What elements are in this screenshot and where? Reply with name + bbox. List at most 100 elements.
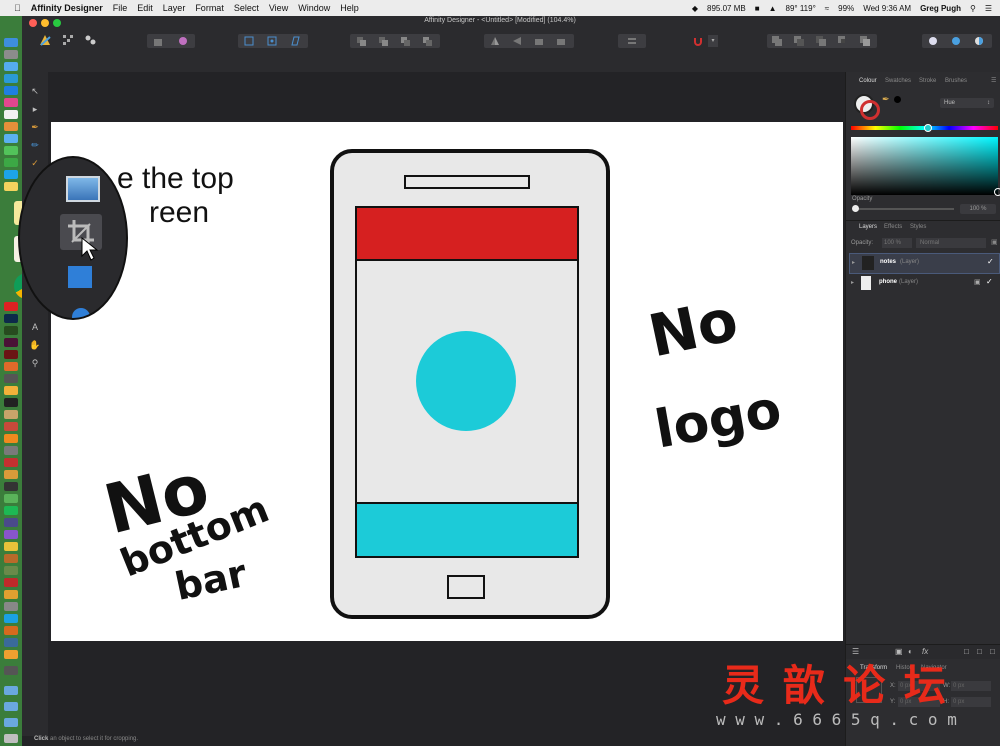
gear-icon[interactable] <box>177 35 189 47</box>
vlc-icon[interactable] <box>4 434 18 443</box>
boolean-intersect-icon[interactable] <box>815 35 827 47</box>
clock[interactable]: Wed 9:36 AM <box>863 4 911 13</box>
menu-file[interactable]: File <box>113 3 128 13</box>
color-field-thumb[interactable] <box>994 188 1000 196</box>
camera-icon[interactable]: ■ <box>755 4 760 13</box>
folder-icon[interactable] <box>4 718 18 727</box>
camera-app-icon[interactable] <box>4 518 18 527</box>
mamp-icon[interactable] <box>4 374 18 383</box>
black-swatch-dot[interactable] <box>894 96 901 103</box>
stroke-swatch[interactable] <box>860 100 880 120</box>
layer-row-notes[interactable]: ▸ notes (Layer) ✓ <box>849 253 1000 274</box>
phone-speaker[interactable] <box>404 175 530 189</box>
documents-folder-icon[interactable] <box>4 686 18 695</box>
opacity-field[interactable]: 100 % <box>960 204 996 214</box>
skew-icon[interactable] <box>289 35 301 47</box>
keynote-icon[interactable] <box>4 446 18 455</box>
notification-list-icon[interactable]: ☰ <box>985 4 992 13</box>
cyberduck-icon[interactable] <box>4 542 18 551</box>
partial-text-line1[interactable]: e the top <box>117 162 234 196</box>
temperature-readout[interactable]: 89° 119° <box>786 4 816 13</box>
clock-app-icon[interactable] <box>4 482 18 491</box>
downloads-folder-icon[interactable] <box>4 702 18 711</box>
sketch-icon[interactable] <box>4 386 18 395</box>
archive-icon[interactable] <box>4 566 18 575</box>
terminal-icon[interactable] <box>4 398 18 407</box>
user-name[interactable]: Greg Pugh <box>920 4 961 13</box>
hue-slider-thumb[interactable] <box>924 124 932 132</box>
flip-horizontal-icon[interactable] <box>489 35 501 47</box>
flip-vertical-icon[interactable] <box>511 35 523 47</box>
star-icon[interactable] <box>4 530 18 539</box>
phone-screen[interactable] <box>355 206 579 558</box>
export-persona-icon[interactable] <box>84 34 96 46</box>
recorder-icon[interactable] <box>4 458 18 467</box>
boolean-xor-icon[interactable] <box>837 35 849 47</box>
notes-icon[interactable] <box>4 182 18 191</box>
menu-app-name[interactable]: Affinity Designer <box>31 3 103 13</box>
align-icon[interactable] <box>626 35 638 47</box>
book-icon[interactable] <box>4 470 18 479</box>
maps-icon[interactable] <box>4 494 18 503</box>
handwriting-logo[interactable]: logo <box>651 379 786 460</box>
flash-icon[interactable] <box>4 350 18 359</box>
dreamweaver-icon[interactable] <box>4 326 18 335</box>
layer-opacity-field[interactable]: 100 % <box>882 238 912 248</box>
visibility-check-icon[interactable]: ✓ <box>987 257 994 266</box>
expand-arrow-icon[interactable]: ▸ <box>851 279 854 286</box>
transform-icon[interactable] <box>243 35 255 47</box>
rotate-right-icon[interactable] <box>555 35 567 47</box>
twitter-icon[interactable] <box>4 62 18 71</box>
layer-lock-icon[interactable]: ▣ <box>974 278 981 286</box>
menu-layer[interactable]: Layer <box>163 3 186 13</box>
bucket-icon[interactable] <box>152 35 164 47</box>
snapping-magnet-icon[interactable] <box>692 35 704 47</box>
boolean-subtract-icon[interactable] <box>793 35 805 47</box>
app-folder-icon[interactable] <box>4 666 18 675</box>
safari-icon[interactable] <box>4 74 18 83</box>
brush-tool-icon[interactable]: ✓ <box>29 158 41 169</box>
tab-styles[interactable]: Styles <box>910 224 926 230</box>
skype-alt-icon[interactable] <box>4 614 18 623</box>
tab-effects[interactable]: Effects <box>884 224 902 230</box>
arrange-front-icon[interactable] <box>421 35 433 47</box>
artboard[interactable]: e the top reen No logo No bottom bar <box>51 122 843 641</box>
transform-origin-icon[interactable] <box>266 35 278 47</box>
calendar-icon[interactable] <box>4 110 18 119</box>
menu-edit[interactable]: Edit <box>137 3 153 13</box>
memory-readout[interactable]: 895.07 MB <box>707 4 746 13</box>
music-icon[interactable] <box>4 422 18 431</box>
apple-icon[interactable]:  <box>14 3 21 13</box>
transform-h-field[interactable]: 0 px <box>951 697 991 707</box>
rectangle-tool-icon[interactable] <box>68 266 92 288</box>
eyedropper-icon[interactable]: ✒ <box>882 94 890 105</box>
designer-persona-icon[interactable] <box>38 33 52 47</box>
delete-layer-icon[interactable]: □ <box>990 647 995 656</box>
airplay-icon[interactable]: ▲ <box>769 4 777 13</box>
menu-window[interactable]: Window <box>298 3 330 13</box>
skype-icon[interactable] <box>4 170 18 179</box>
opacity-slider[interactable] <box>854 208 954 210</box>
appstore-icon[interactable] <box>4 86 18 95</box>
tab-swatches[interactable]: Swatches <box>885 78 911 84</box>
opacity-slider-thumb[interactable] <box>852 205 859 212</box>
rotate-left-icon[interactable] <box>533 35 545 47</box>
text-tool-icon[interactable]: A <box>29 322 41 333</box>
snapping-dropdown[interactable]: ▾ <box>708 35 718 47</box>
arrange-forward-icon[interactable] <box>399 35 411 47</box>
phone-top-bar[interactable] <box>357 208 577 261</box>
phone-home-button[interactable] <box>447 575 485 599</box>
arrange-back-icon[interactable] <box>355 35 367 47</box>
books-icon[interactable] <box>4 554 18 563</box>
partial-text-line2[interactable]: reen <box>149 196 209 230</box>
lock-icon[interactable]: ▣ <box>991 238 998 246</box>
arrange-backward-icon[interactable] <box>377 35 389 47</box>
phone-circle[interactable] <box>416 331 516 431</box>
zoom-tool-icon[interactable]: ⚲ <box>29 358 41 369</box>
tab-colour[interactable]: Colour <box>859 78 877 84</box>
facetime-icon[interactable] <box>4 158 18 167</box>
tab-layers[interactable]: Layers <box>859 224 877 230</box>
handwriting-no-right[interactable]: No <box>643 286 744 371</box>
menu-help[interactable]: Help <box>340 3 359 13</box>
menu-format[interactable]: Format <box>195 3 224 13</box>
